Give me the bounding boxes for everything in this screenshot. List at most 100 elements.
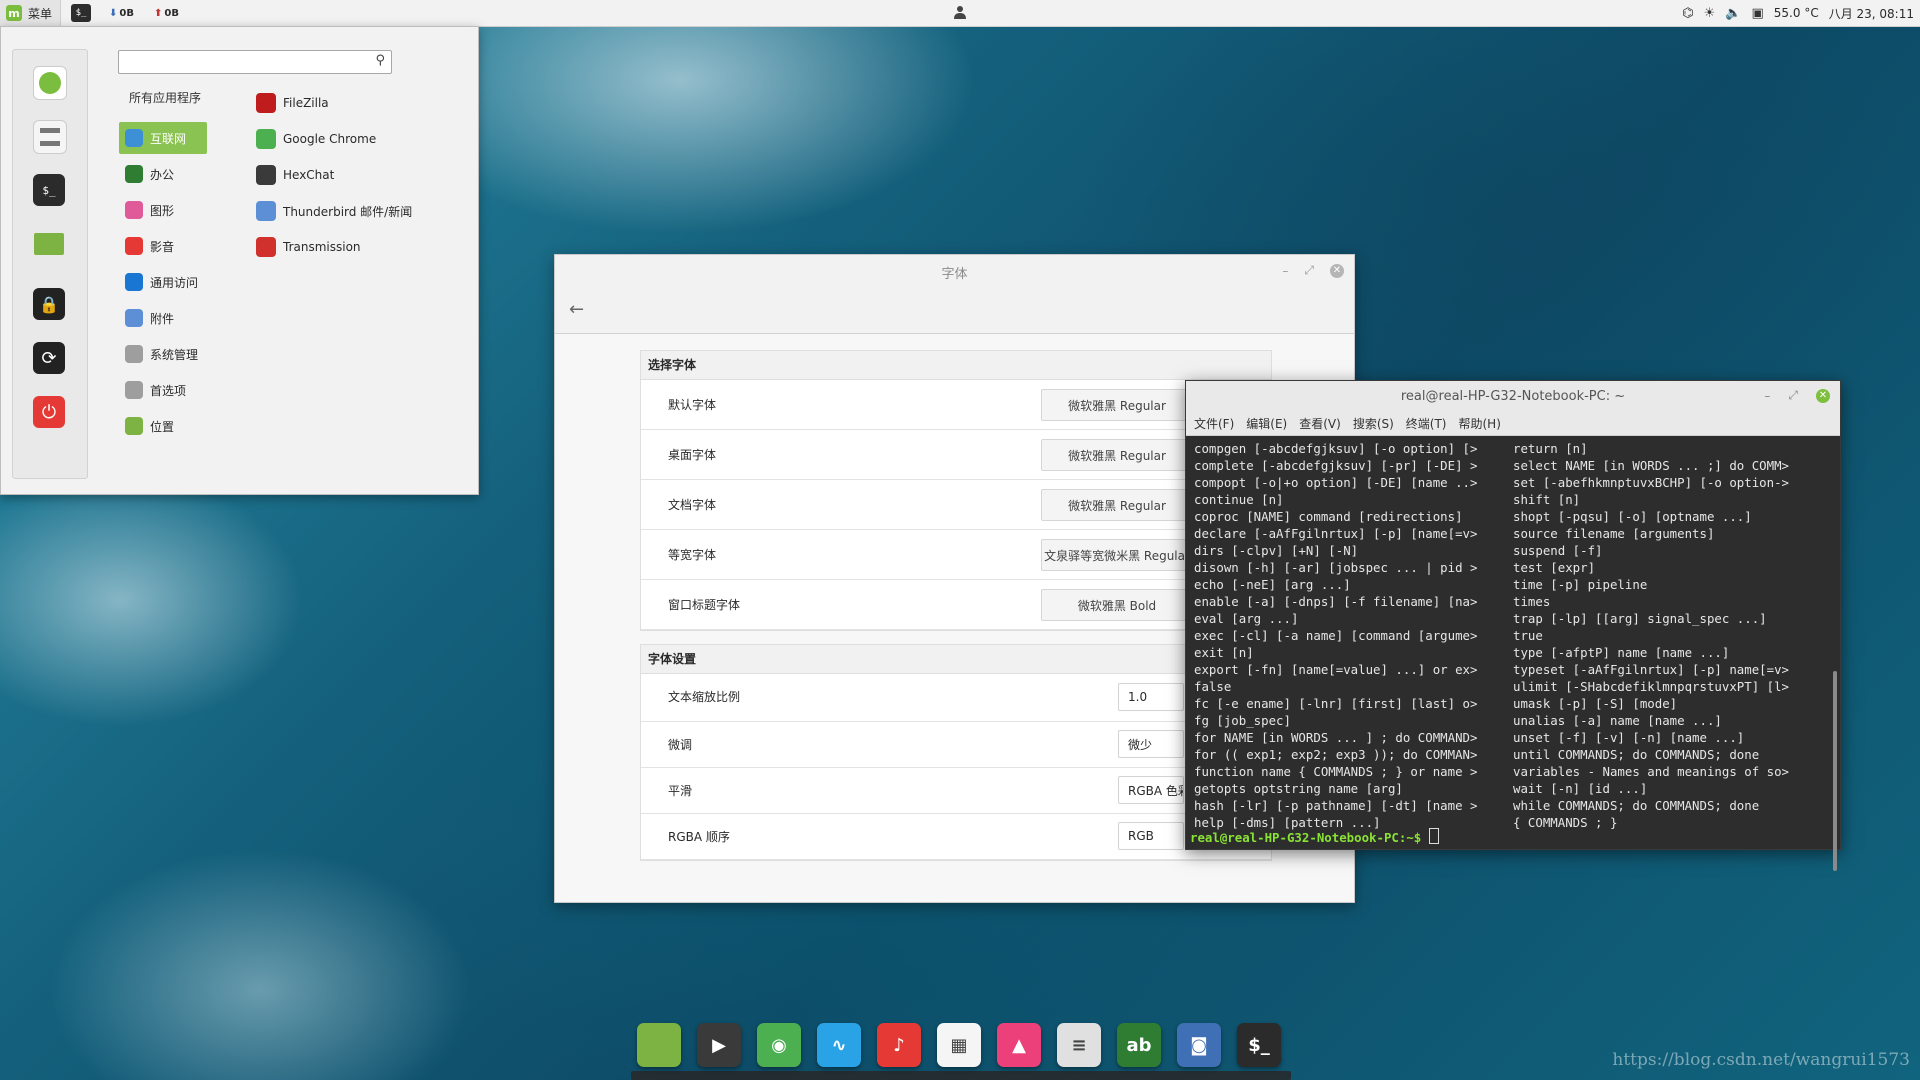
net-up: 0B	[164, 7, 179, 19]
terminal-icon: $_	[42, 183, 56, 197]
app-item[interactable]: FileZilla	[256, 91, 329, 115]
fav-lock[interactable]: 🔒	[33, 288, 65, 320]
category-item[interactable]: 通用访问	[119, 266, 207, 298]
fav-logout[interactable]: ⟳	[33, 342, 65, 374]
netease-music-icon[interactable]: ♪	[877, 1023, 921, 1067]
app-label: Thunderbird 邮件/新闻	[283, 204, 413, 219]
select-fonts-section: 选择字体 默认字体 微软雅黑 Regular 桌面字体 微软雅黑 Regular 文档字…	[640, 350, 1272, 631]
font-chooser-button[interactable]: 微软雅黑 Regular	[1041, 489, 1193, 521]
section-heading: 选择字体	[641, 351, 1271, 380]
font-row: 桌面字体 微软雅黑 Regular	[641, 430, 1271, 480]
category-label: 系统管理	[150, 347, 199, 362]
dictionary-icon[interactable]: ab	[1117, 1023, 1161, 1067]
setting-combobox[interactable]: RGBA 色彩	[1118, 776, 1184, 804]
menu-search-input[interactable]: ⚲	[118, 50, 392, 74]
terminal-scrollbar[interactable]	[1833, 671, 1837, 871]
prompt: real@real-HP-G32-Notebook-PC:~$	[1190, 830, 1429, 845]
cloud-icon	[125, 129, 143, 147]
terminal-menu-item[interactable]: 终端(T)	[1406, 415, 1447, 432]
close-button[interactable]: ✕	[1816, 388, 1830, 403]
terminal-title: real@real-HP-G32-Notebook-PC: ~	[1400, 388, 1626, 404]
menu-button[interactable]: m 菜单	[0, 0, 62, 26]
category-item[interactable]: 首选项	[119, 374, 207, 406]
terminal-column-left: compgen [-abcdefgjksuv] [-o option] [> c…	[1194, 441, 1478, 830]
fav-files[interactable]	[33, 228, 65, 260]
files-icon[interactable]	[637, 1023, 681, 1067]
setting-combobox[interactable]: 微少	[1118, 730, 1184, 758]
chrome-icon[interactable]: ◉	[757, 1023, 801, 1067]
font-chooser-button[interactable]: 微软雅黑 Bold	[1041, 589, 1193, 621]
app-item[interactable]: Thunderbird 邮件/新闻	[256, 199, 412, 223]
brightness-icon[interactable]: ☀	[1704, 6, 1716, 21]
setting-combobox[interactable]: RGB	[1118, 822, 1184, 850]
window-controls: – ⤢ ✕	[1282, 263, 1344, 278]
category-item[interactable]: 附件	[119, 302, 207, 334]
category-item[interactable]: 系统管理	[119, 338, 207, 370]
media-player-icon[interactable]: ▶	[697, 1023, 741, 1067]
setting-label: RGBA 顺序	[668, 830, 730, 844]
battery-icon[interactable]: ▣	[1751, 6, 1763, 21]
category-label: 图形	[150, 203, 175, 218]
setting-row: RGBA 顺序 RGB	[641, 814, 1271, 860]
fav-settings[interactable]	[33, 120, 67, 154]
favorites-column: $_ 🔒 ⟳ ⏻	[12, 49, 88, 479]
system-monitor-icon[interactable]: ∿	[817, 1023, 861, 1067]
close-button[interactable]: ✕	[1330, 263, 1344, 278]
folder-icon	[34, 233, 64, 255]
terminal-menu-item[interactable]: 帮助(H)	[1459, 415, 1501, 432]
font-chooser-button[interactable]: 文泉驿等宽微米黑 Regular	[1041, 539, 1193, 571]
volume-icon[interactable]: 🔈	[1725, 6, 1741, 21]
font-row-label: 文档字体	[668, 498, 717, 512]
net-down: 0B	[119, 7, 134, 19]
terminal-menu-item[interactable]: 查看(V)	[1299, 415, 1341, 432]
user-icon[interactable]	[953, 5, 967, 19]
fav-terminal[interactable]: $_	[33, 174, 65, 206]
category-item[interactable]: 互联网	[119, 122, 207, 154]
app-item[interactable]: Transmission	[256, 235, 361, 259]
transmission-icon	[256, 237, 276, 257]
screenshot-icon[interactable]: ◙	[1177, 1023, 1221, 1067]
panel-terminal-icon[interactable]: $_	[71, 4, 92, 22]
fav-shutdown[interactable]: ⏻	[33, 396, 65, 428]
terminal-icon[interactable]: $_	[1237, 1023, 1281, 1067]
network-icon[interactable]: ⌬	[1682, 6, 1693, 21]
toolbar: ←	[555, 289, 1354, 334]
terminal-menu-item[interactable]: 文件(F)	[1194, 415, 1234, 432]
category-label: 首选项	[150, 383, 187, 398]
menu-label: 菜单	[28, 6, 53, 21]
setting-row: 微调 微少	[641, 722, 1271, 768]
app-label: HexChat	[283, 168, 335, 182]
back-arrow-icon[interactable]: ←	[569, 299, 584, 320]
terminal-prompt-line: real@real-HP-G32-Notebook-PC:~$	[1190, 828, 1439, 846]
category-item[interactable]: 办公	[119, 158, 207, 190]
category-item[interactable]: 位置	[119, 410, 207, 442]
font-chooser-button[interactable]: 微软雅黑 Regular	[1041, 389, 1193, 421]
calendar-icon[interactable]: ▦	[937, 1023, 981, 1067]
font-row-label: 等宽字体	[668, 548, 717, 562]
maximize-button[interactable]: ⤢	[1788, 388, 1798, 403]
app-item[interactable]: Google Chrome	[256, 127, 376, 151]
graphics-icon	[125, 201, 143, 219]
setting-label: 微调	[668, 738, 693, 752]
media-icon	[125, 237, 143, 255]
terminal-menu-item[interactable]: 搜索(S)	[1353, 415, 1394, 432]
terminal-menu-item[interactable]: 编辑(E)	[1246, 415, 1287, 432]
minimize-button[interactable]: –	[1282, 264, 1288, 278]
filezilla-icon	[256, 93, 276, 113]
minimize-button[interactable]: –	[1764, 389, 1770, 403]
all-apps-label[interactable]: 所有应用程序	[129, 89, 201, 106]
search-icon: ⚲	[375, 53, 385, 68]
font-chooser-button[interactable]: 微软雅黑 Regular	[1041, 439, 1193, 471]
fav-software-manager[interactable]	[33, 66, 67, 100]
datetime[interactable]: 八月 23, 08:11	[1829, 5, 1914, 22]
system-tray: ⌬ ☀ 🔈 ▣ 55.0 °C 八月 23, 08:11	[1682, 0, 1914, 26]
maximize-button[interactable]: ⤢	[1304, 263, 1314, 278]
top-panel: m 菜单 $_ ⬇ 0B ⬆ 0B ⌬ ☀ 🔈 ▣ 55.0 °C 八月 23,…	[0, 0, 1920, 27]
category-item[interactable]: 图形	[119, 194, 207, 226]
settings-icon[interactable]: ≡	[1057, 1023, 1101, 1067]
app-item[interactable]: HexChat	[256, 163, 334, 187]
category-item[interactable]: 影音	[119, 230, 207, 262]
scale-spinbox[interactable]: 1.0	[1118, 683, 1184, 711]
terminal-output[interactable]: compgen [-abcdefgjksuv] [-o option] [> c…	[1186, 436, 1840, 871]
image-viewer-icon[interactable]: ▲	[997, 1023, 1041, 1067]
